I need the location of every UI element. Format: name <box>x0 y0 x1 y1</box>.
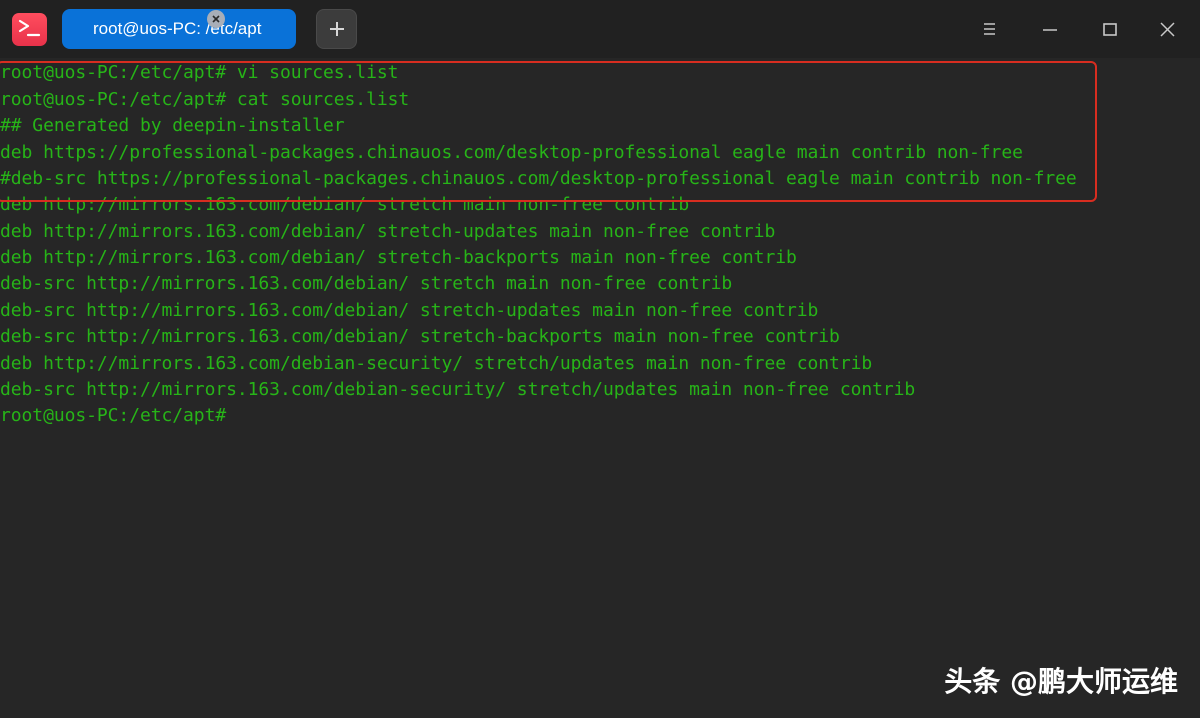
tab-title: root@uos-PC: /etc/apt <box>93 19 262 38</box>
terminal-output[interactable]: root@uos-PC:/etc/apt# vi sources.list ro… <box>0 58 1200 718</box>
tab-terminal-session[interactable]: root@uos-PC: /etc/apt <box>62 9 296 49</box>
highlight-annotation-box <box>0 61 1097 202</box>
terminal-line: deb-src http://mirrors.163.com/debian/ s… <box>0 300 819 321</box>
close-icon[interactable] <box>207 10 225 28</box>
minimize-icon <box>1043 29 1057 31</box>
hamburger-menu-icon <box>984 23 995 35</box>
terminal-line: deb http://mirrors.163.com/debian/ stret… <box>0 221 776 242</box>
maximize-icon <box>1103 23 1117 36</box>
terminal-line: deb-src http://mirrors.163.com/debian/ s… <box>0 326 840 347</box>
terminal-line: deb http://mirrors.163.com/debian-securi… <box>0 353 873 374</box>
menu-button[interactable] <box>978 17 1002 41</box>
plus-icon <box>330 22 344 36</box>
terminal-window: root@uos-PC: /etc/apt root@uos-PC:/etc/a… <box>0 0 1200 718</box>
terminal-line: deb-src http://mirrors.163.com/debian-se… <box>0 379 916 400</box>
terminal-line: deb http://mirrors.163.com/debian/ stret… <box>0 247 797 268</box>
new-tab-button[interactable] <box>316 9 357 49</box>
close-window-button[interactable] <box>1156 17 1180 41</box>
maximize-button[interactable] <box>1098 17 1122 41</box>
terminal-app-icon <box>12 13 47 46</box>
minimize-button[interactable] <box>1038 17 1062 41</box>
terminal-line: deb-src http://mirrors.163.com/debian/ s… <box>0 273 733 294</box>
watermark: 头条 @鹏大师运维 <box>944 665 1178 698</box>
close-icon <box>1160 22 1175 37</box>
terminal-prompt: root@uos-PC:/etc/apt# <box>0 405 227 426</box>
title-bar: root@uos-PC: /etc/apt <box>0 0 1200 58</box>
